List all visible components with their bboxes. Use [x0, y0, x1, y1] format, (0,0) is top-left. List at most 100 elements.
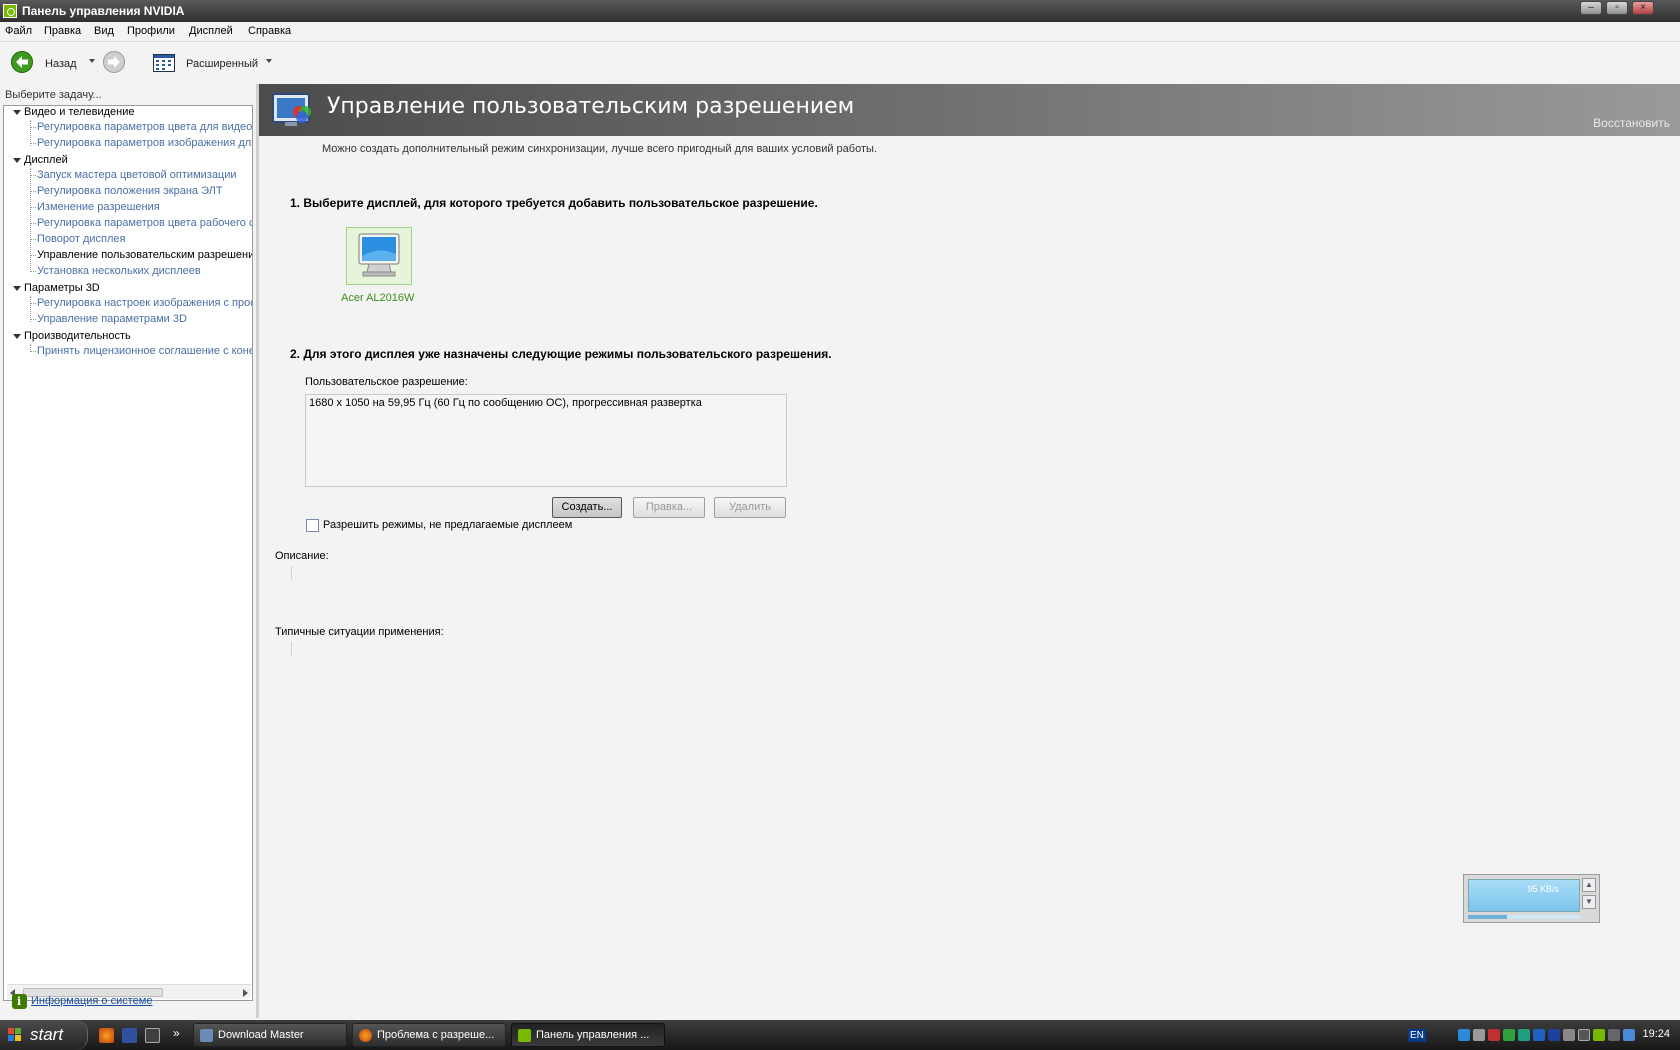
tree-connector — [30, 207, 36, 208]
menu-edit[interactable]: Правка — [44, 25, 81, 37]
view-grid-icon[interactable] — [153, 54, 175, 72]
tree-item-license[interactable]: Принять лицензионное соглашение с конечн… — [37, 345, 252, 357]
hardware-icon[interactable] — [1608, 1029, 1620, 1041]
tree-item-video-color[interactable]: Регулировка параметров цвета для видео — [37, 121, 252, 133]
temperature-icon[interactable] — [1548, 1029, 1560, 1041]
taskbar-item-label: Проблема с разреше... — [377, 1029, 495, 1041]
taskbar-item-download-master[interactable]: Download Master — [193, 1023, 347, 1047]
tree-item-color-wizard[interactable]: Запуск мастера цветовой оптимизации — [37, 169, 237, 181]
task-tree[interactable]: Видео и телевидение Регулировка параметр… — [3, 105, 253, 1001]
clock: 19:24 — [1642, 1028, 1670, 1040]
tree-connector — [30, 175, 36, 176]
wireless-icon[interactable] — [1578, 1029, 1590, 1041]
display-tile[interactable] — [346, 227, 412, 285]
menu-help[interactable]: Справка — [248, 25, 291, 37]
tree-item-change-resolution[interactable]: Изменение разрешения — [37, 201, 160, 213]
menu-profiles[interactable]: Профили — [127, 25, 175, 37]
steam-icon[interactable] — [1473, 1029, 1485, 1041]
restore-link[interactable]: Восстановить — [1593, 116, 1670, 130]
tree-category-display[interactable]: Дисплей — [24, 154, 68, 166]
taskbar: start » Download Master Проблема с разре… — [0, 1020, 1680, 1050]
tree-connector — [30, 127, 36, 128]
speed-graph: 95 KB/s — [1468, 879, 1580, 912]
menu-view[interactable]: Вид — [94, 25, 114, 37]
menu-display[interactable]: Дисплей — [189, 25, 233, 37]
bluetooth-icon[interactable] — [1533, 1029, 1545, 1041]
widget-up-icon[interactable]: ▲ — [1582, 878, 1596, 892]
tree-connector — [30, 143, 36, 144]
minimize-button[interactable]: ‒ — [1580, 1, 1602, 15]
tree-item-desktop-color[interactable]: Регулировка параметров цвета рабочего ст… — [37, 217, 252, 229]
custom-resolution-list[interactable]: 1680 x 1050 на 59,95 Гц (60 Гц по сообще… — [305, 394, 787, 487]
tree-category-video[interactable]: Видео и телевидение — [24, 106, 134, 118]
tree-connector — [30, 168, 31, 272]
tree-item-rotate-display[interactable]: Поворот дисплея — [37, 233, 125, 245]
nvidia-app-icon — [3, 4, 17, 18]
quicklaunch-overflow[interactable]: » — [173, 1026, 180, 1040]
edit-button[interactable]: Правка... — [633, 497, 705, 518]
taskbar-item-nvidia[interactable]: Панель управления ... — [511, 1023, 665, 1047]
tree-item-custom-resolution[interactable]: Управление пользовательским разрешением — [37, 249, 252, 261]
tree-item-crt-position[interactable]: Регулировка положения экрана ЭЛТ — [37, 185, 223, 197]
language-indicator[interactable]: EN — [1408, 1029, 1426, 1042]
system-info-link[interactable]: Информация о системе — [31, 995, 152, 1007]
speed-rate: 95 KB/s — [1527, 884, 1559, 894]
intro-text: Можно создать дополнительный режим синхр… — [322, 143, 877, 155]
step1-heading: 1. Выберите дисплей, для которого требуе… — [290, 196, 818, 210]
menu-file[interactable]: Файл — [5, 25, 32, 37]
task-label: Выберите задачу... — [5, 89, 102, 101]
back-dropdown-icon[interactable] — [89, 59, 95, 63]
firefox-icon — [359, 1029, 372, 1042]
scroll-right-icon[interactable] — [243, 989, 248, 997]
antivirus-icon[interactable] — [1488, 1029, 1500, 1041]
speed-progress-fill — [1468, 915, 1508, 919]
tree-connector — [30, 239, 36, 240]
network-icon[interactable] — [1458, 1029, 1470, 1041]
view-mode-label[interactable]: Расширенный — [186, 58, 258, 70]
taskbar-item-label: Панель управления ... — [536, 1029, 650, 1041]
back-button-label[interactable]: Назад — [45, 58, 77, 70]
display-tray-icon[interactable] — [1623, 1029, 1635, 1041]
start-button[interactable]: start — [0, 1020, 88, 1050]
page-banner: Управление пользовательским разрешением … — [259, 84, 1680, 136]
close-button[interactable]: × — [1632, 1, 1654, 15]
delete-button[interactable]: Удалить — [714, 497, 786, 518]
save-icon[interactable] — [122, 1028, 137, 1043]
expand-icon[interactable] — [13, 334, 21, 339]
allow-modes-checkbox[interactable] — [306, 519, 319, 532]
tree-item-3d-settings[interactable]: Управление параметрами 3D — [37, 313, 187, 325]
system-info-icon[interactable] — [12, 994, 27, 1009]
tree-category-3d[interactable]: Параметры 3D — [24, 282, 100, 294]
tree-connector — [30, 351, 36, 352]
volume-icon[interactable] — [1563, 1029, 1575, 1041]
maximize-button[interactable]: ▫ — [1606, 1, 1628, 15]
tree-connector — [30, 255, 36, 256]
allow-modes-label[interactable]: Разрешить режимы, не предлагаемые диспле… — [323, 519, 572, 531]
toolbar: Назад Расширенный — [0, 43, 1680, 81]
tree-connector — [30, 223, 36, 224]
display-name[interactable]: Acer AL2016W — [341, 292, 414, 304]
tree-category-performance[interactable]: Производительность — [24, 330, 131, 342]
view-dropdown-icon[interactable] — [266, 59, 272, 63]
expand-icon[interactable] — [13, 158, 21, 163]
forward-arrow-icon[interactable] — [103, 51, 125, 73]
custom-resolution-item[interactable]: 1680 x 1050 на 59,95 Гц (60 Гц по сообще… — [309, 397, 702, 409]
tree-item-3d-preview[interactable]: Регулировка настроек изображения с просм… — [37, 297, 252, 309]
sync-icon[interactable] — [1518, 1029, 1530, 1041]
expand-icon[interactable] — [13, 110, 21, 115]
back-arrow-icon[interactable] — [11, 51, 33, 73]
download-speed-widget[interactable]: 95 KB/s ▲ ▼ — [1463, 874, 1600, 923]
tree-item-video-image[interactable]: Регулировка параметров изображения для в… — [37, 137, 252, 149]
firefox-icon[interactable] — [99, 1028, 114, 1043]
widget-down-icon[interactable]: ▼ — [1582, 895, 1596, 909]
nvidia-tray-icon[interactable] — [1593, 1029, 1605, 1041]
terminal-icon[interactable] — [145, 1028, 160, 1043]
expand-icon[interactable] — [13, 286, 21, 291]
taskbar-item-firefox[interactable]: Проблема с разреше... — [352, 1023, 506, 1047]
update-icon[interactable] — [1503, 1029, 1515, 1041]
typical-usage-marker — [291, 642, 292, 656]
create-button[interactable]: Создать... — [552, 497, 622, 518]
system-tray: EN 19:24 — [1400, 1020, 1680, 1050]
tree-item-multiple-displays[interactable]: Установка нескольких дисплеев — [37, 265, 201, 277]
tree-connector — [30, 303, 36, 304]
